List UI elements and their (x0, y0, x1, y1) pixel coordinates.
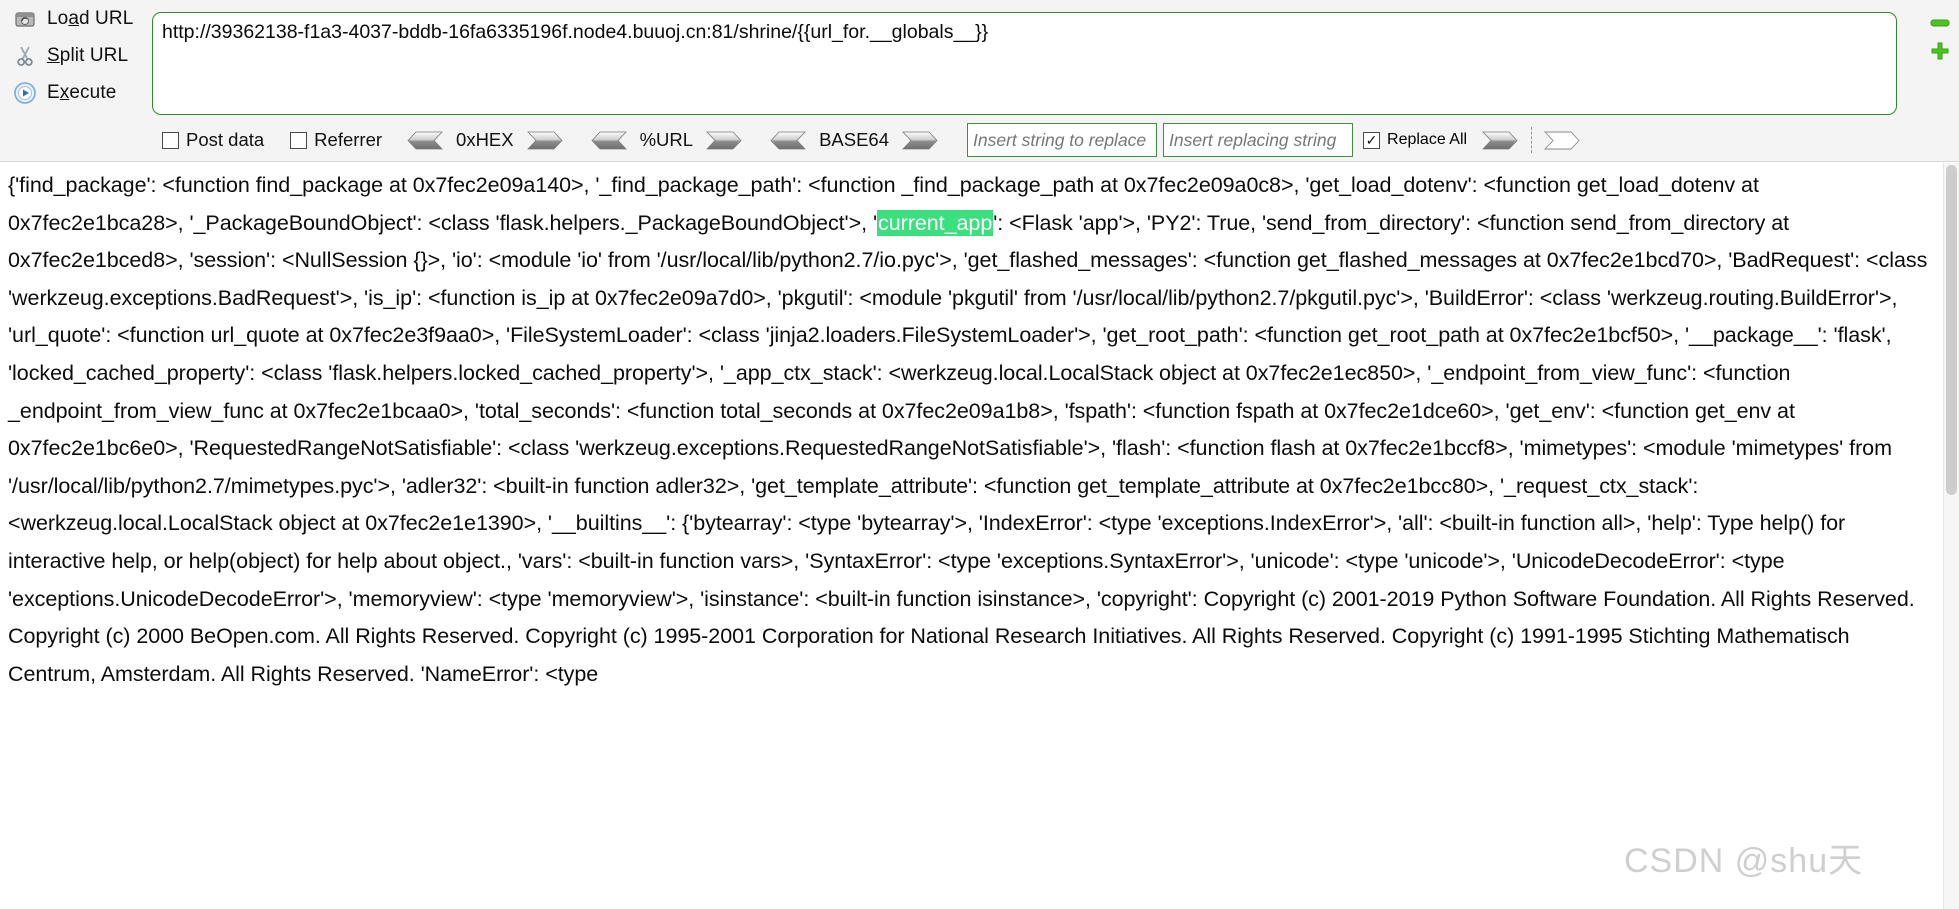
url-decode-arrow-icon[interactable] (588, 131, 628, 150)
hackbar-toolbar: Post data Referrer 0xHEX %URL BASE64 Ins… (0, 118, 1959, 162)
hackbar-actions: Load URL Split URL Execute (0, 0, 150, 120)
url-input[interactable]: http://39362138-f1a3-4037-bddb-16fa63351… (152, 12, 1897, 115)
split-url-button[interactable]: Split URL (0, 37, 150, 74)
post-data-label: Post data (186, 129, 265, 150)
hackbar-screen: Load URL Split URL Execute http://393621… (0, 0, 1959, 909)
replace-to-input[interactable] (1163, 123, 1354, 157)
hex-encode-arrow-icon[interactable] (526, 131, 566, 150)
replace-all-checkbox-box: ✓ (1363, 131, 1381, 149)
referrer-checkbox[interactable]: Referrer (290, 129, 382, 151)
response-text-after-highlight: ': <Flask 'app'>, 'PY2': True, 'send_fro… (8, 210, 1934, 686)
referrer-label: Referrer (314, 129, 383, 150)
load-url-icon (10, 4, 40, 34)
split-url-label: Split URL (47, 44, 129, 66)
encoder-group-base64: BASE64 (767, 129, 941, 151)
url-encode-arrow-icon[interactable] (705, 131, 745, 150)
add-bar-button[interactable] (1929, 42, 1951, 60)
response-text: {'find_package': <function find_package … (8, 167, 1938, 693)
execute-label: Execute (47, 81, 117, 103)
execute-button[interactable]: Execute (0, 74, 150, 111)
hackbar-right-buttons (1929, 16, 1955, 72)
encoder-group-url: %URL (588, 129, 745, 151)
replace-all-checkbox[interactable]: ✓ Replace All (1363, 131, 1467, 149)
base64-decode-arrow-icon[interactable] (767, 131, 807, 150)
load-url-label: Load URL (47, 7, 134, 29)
execute-icon (10, 78, 40, 108)
search-highlight: current_app (877, 209, 994, 236)
response-scrollbar[interactable] (1943, 163, 1959, 909)
load-url-button[interactable]: Load URL (0, 0, 150, 37)
response-scrollbar-thumb[interactable] (1946, 165, 1957, 495)
url-input-value: http://39362138-f1a3-4037-bddb-16fa63351… (162, 21, 989, 43)
hackbar-panel: Load URL Split URL Execute http://393621… (0, 0, 1959, 162)
encoder-group-hex: 0xHEX (404, 129, 566, 151)
url-label: %URL (639, 129, 694, 150)
base64-label: BASE64 (819, 129, 890, 150)
minimize-bar-button[interactable] (1929, 16, 1951, 30)
split-url-icon (10, 41, 40, 71)
toolbar-overflow-arrow-icon[interactable] (1543, 131, 1583, 150)
post-data-checkbox-box (162, 131, 179, 149)
replace-apply-arrow-icon[interactable] (1481, 131, 1521, 150)
replace-from-input[interactable] (967, 123, 1158, 157)
response-body: {'find_package': <function find_package … (0, 163, 1959, 909)
base64-encode-arrow-icon[interactable] (901, 131, 941, 150)
post-data-checkbox[interactable]: Post data (162, 129, 264, 151)
hex-decode-arrow-icon[interactable] (404, 131, 444, 150)
toolbar-divider (1531, 127, 1533, 153)
hex-label: 0xHEX (456, 129, 514, 150)
replace-all-label: Replace All (1387, 131, 1468, 148)
referrer-checkbox-box (290, 131, 308, 149)
